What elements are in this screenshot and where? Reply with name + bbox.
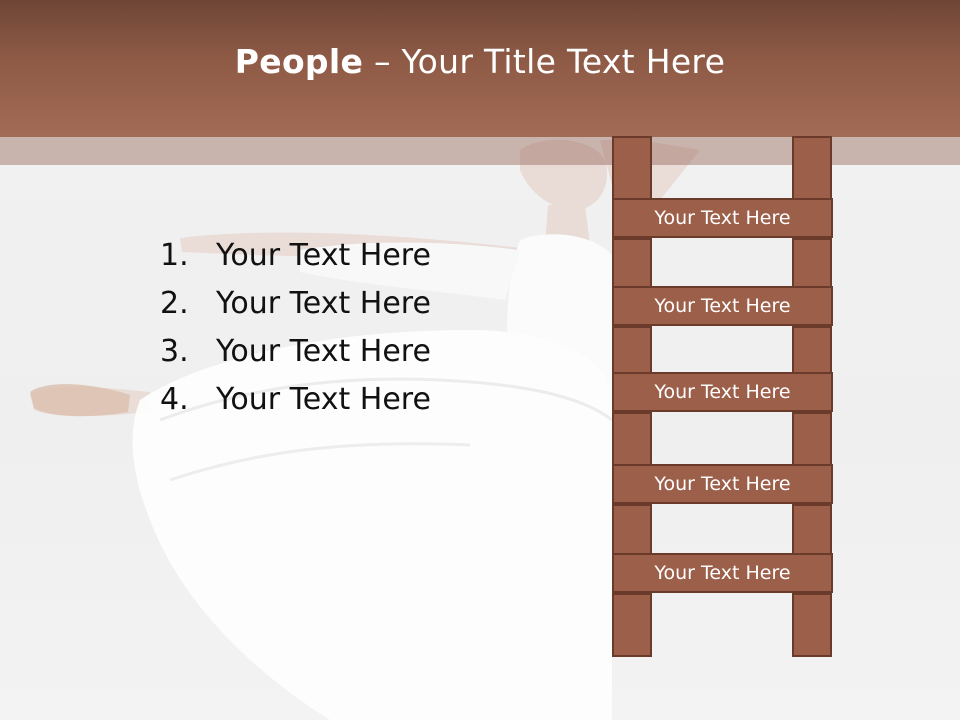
title-bold-text: People [234,42,364,81]
list-item-number: 4. [160,382,189,417]
list-item-number: 3. [160,334,189,369]
ladder-rung-1[interactable]: Your Text Here [612,198,833,238]
list-item-text: Your Text Here [216,382,431,417]
slide: People – Your Title Text Here 1. Your Te… [0,0,960,720]
list-item-number: 1. [160,238,189,273]
ladder-rung-2[interactable]: Your Text Here [612,286,833,326]
list-item: 4. Your Text Here [160,376,520,424]
list-item-text: Your Text Here [216,286,431,321]
list-item-text: Your Text Here [216,334,431,369]
title-bar: People – Your Title Text Here [0,0,960,137]
numbered-list[interactable]: 1. Your Text Here 2. Your Text Here 3. Y… [160,232,520,424]
ladder-rung-4[interactable]: Your Text Here [612,464,833,504]
title-rest-text: – Your Title Text Here [363,42,726,81]
list-item: 3. Your Text Here [160,328,520,376]
ladder-rung-5[interactable]: Your Text Here [612,553,833,593]
list-item-number: 2. [160,286,189,321]
list-item: 1. Your Text Here [160,232,520,280]
list-item-text: Your Text Here [216,238,431,273]
ladder-rung-3[interactable]: Your Text Here [612,372,833,412]
slide-title[interactable]: People – Your Title Text Here [235,42,725,81]
list-item: 2. Your Text Here [160,280,520,328]
